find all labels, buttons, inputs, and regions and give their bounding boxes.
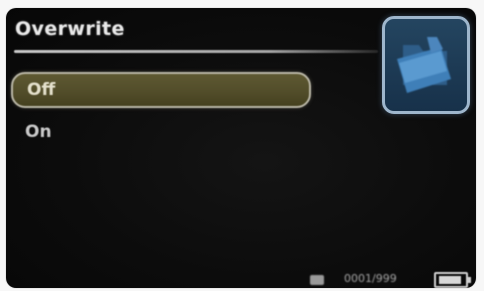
battery-icon — [434, 272, 471, 288]
folder-icon — [397, 37, 451, 93]
camera-photo: Overwrite Off On 0001/999 — [0, 0, 484, 291]
menu-option-label: On — [25, 122, 52, 142]
menu-option-off[interactable]: Off — [11, 72, 311, 108]
frame-counter: 0001/999 — [344, 272, 397, 285]
page-title: Overwrite — [15, 18, 125, 40]
menu-option-on[interactable]: On — [11, 114, 311, 150]
media-icon — [310, 275, 324, 285]
camera-lcd-screen: Overwrite Off On 0001/999 — [6, 8, 476, 288]
status-bar: 0001/999 — [306, 266, 476, 288]
menu-option-label: Off — [27, 80, 56, 100]
title-divider — [14, 50, 378, 53]
overwrite-folder-icon — [382, 16, 470, 114]
